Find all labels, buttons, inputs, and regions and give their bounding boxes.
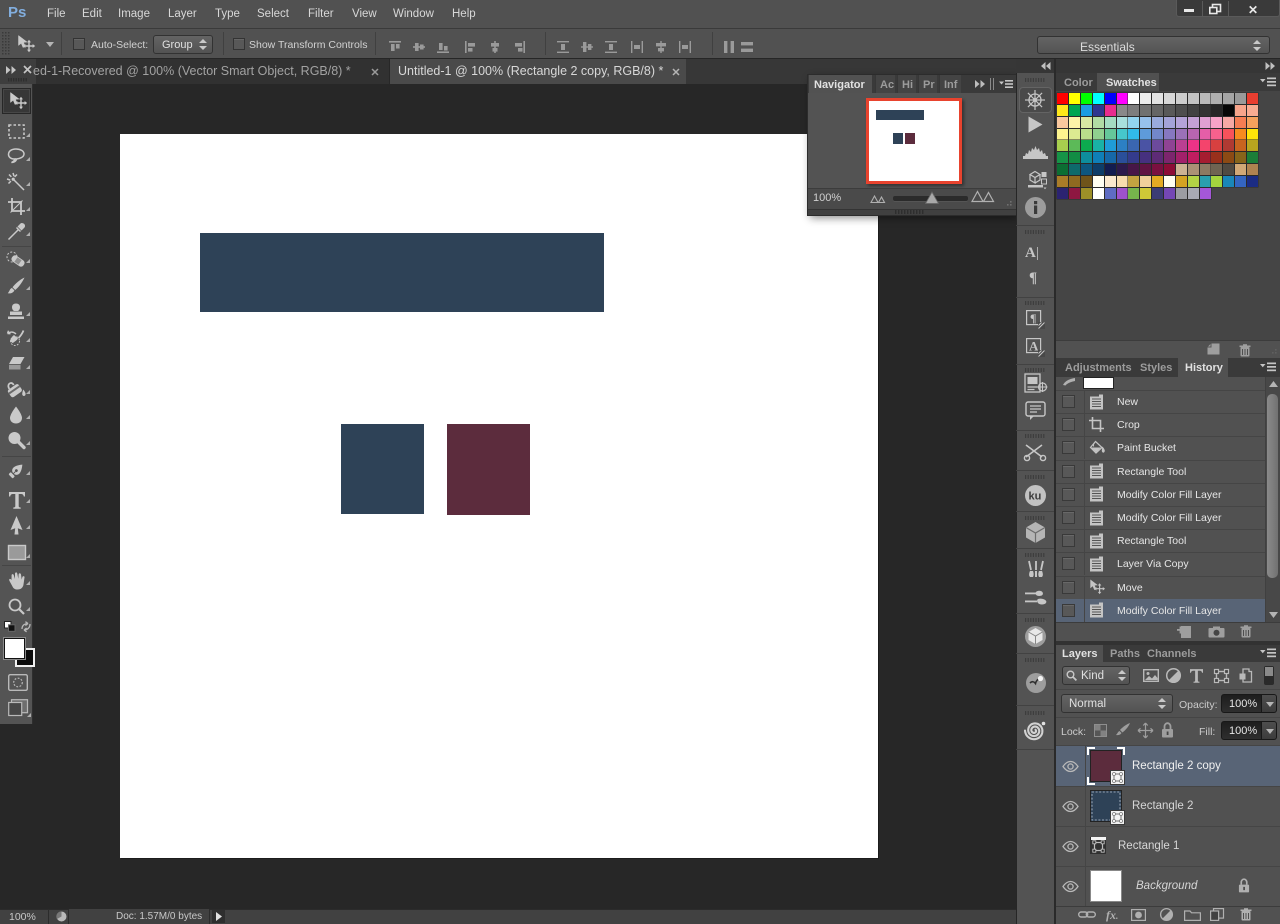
svg-text:A: A (1029, 339, 1039, 354)
svg-text:¶: ¶ (1030, 311, 1036, 325)
svg-text:ku: ku (1029, 491, 1042, 503)
